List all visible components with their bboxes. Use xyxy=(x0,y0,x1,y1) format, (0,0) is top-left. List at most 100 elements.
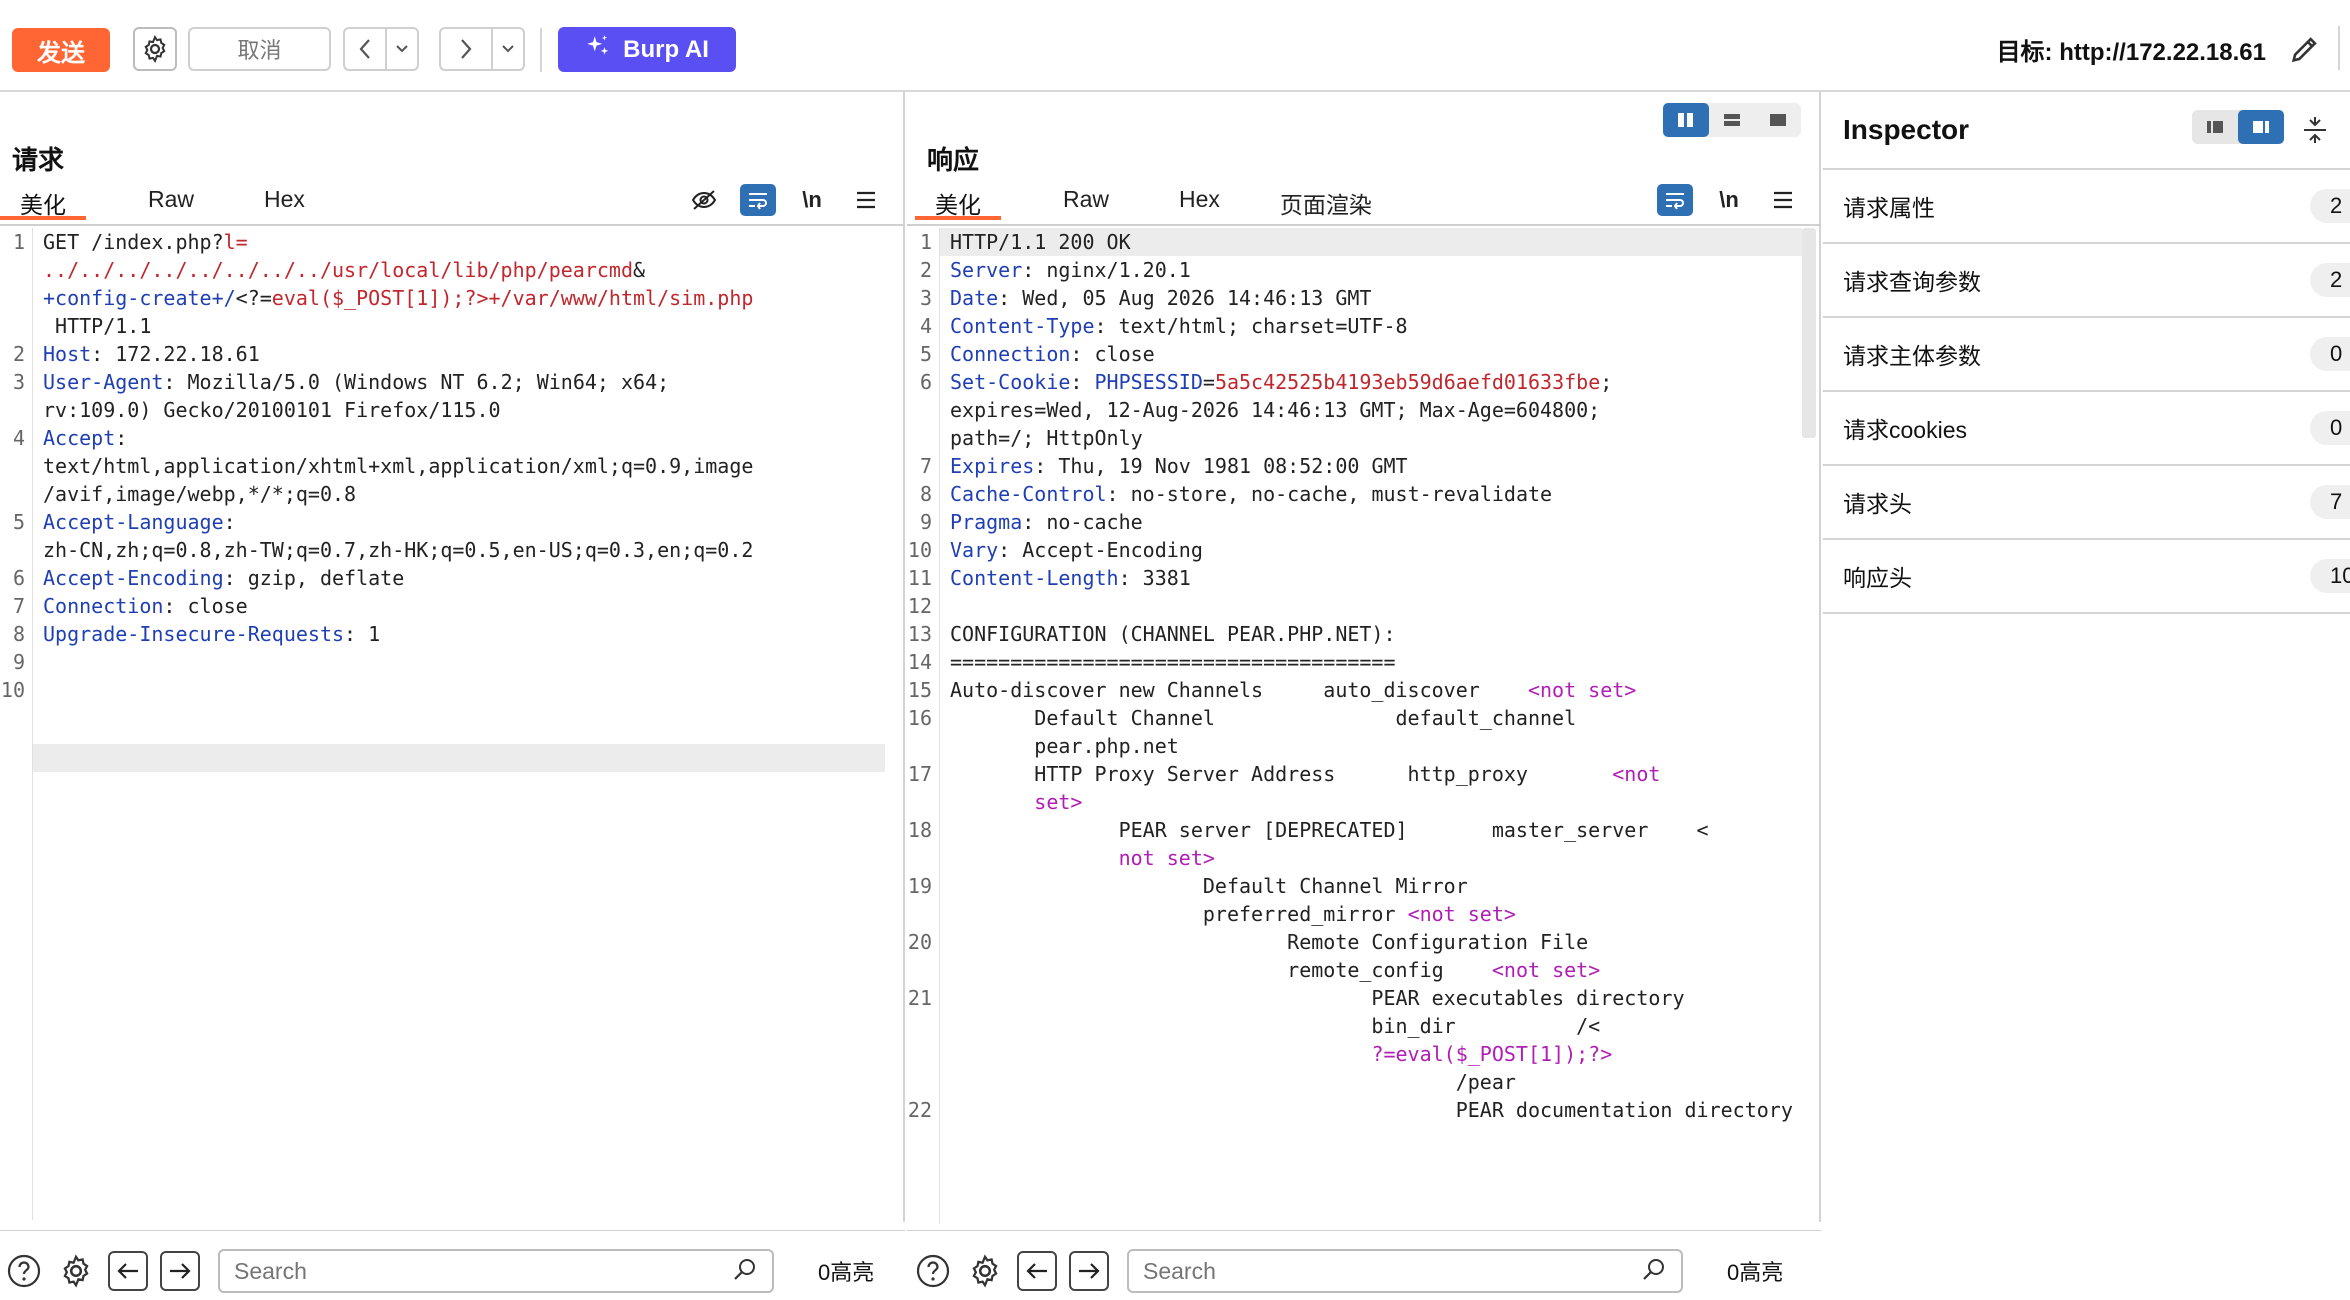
cancel-button[interactable]: 取消 xyxy=(188,27,331,71)
layout-icon[interactable] xyxy=(2238,110,2284,144)
menu-icon[interactable] xyxy=(848,184,884,216)
menu-icon[interactable] xyxy=(1765,184,1801,216)
inspector-row-label: 请求查询参数 xyxy=(1843,269,1981,295)
line-number: 13 xyxy=(907,622,932,646)
tab-divider xyxy=(0,224,905,226)
inspector-panel: Inspector 请求属性 2 请求查询参数 2 请求主体参数 0 请求coo… xyxy=(1823,92,2350,1222)
response-pane: 响应 美化 Raw Hex 页面渲染 \n 1 2 3 4 5 6 7 8 9 … xyxy=(907,92,1821,1293)
arrow-right-icon[interactable] xyxy=(160,1251,200,1291)
tab-raw[interactable]: Raw xyxy=(128,184,214,220)
inspector-row-label: 响应头 xyxy=(1843,565,1912,591)
tab-divider xyxy=(907,224,1821,226)
inspector-row[interactable]: 响应头 10 xyxy=(1823,540,2350,614)
line-number: 12 xyxy=(907,594,932,618)
response-tabs: 美化 Raw Hex 页面渲染 xyxy=(907,184,1392,220)
line-number: 4 xyxy=(12,426,25,450)
line-number: 9 xyxy=(919,510,932,534)
line-number: 15 xyxy=(907,678,932,702)
send-button[interactable]: 发送 xyxy=(12,28,110,72)
tab-render[interactable]: 页面渲染 xyxy=(1260,184,1392,220)
collapse-icon[interactable] xyxy=(2297,112,2333,148)
wrap-icon[interactable] xyxy=(1657,184,1693,216)
layout-icon[interactable] xyxy=(1663,103,1709,137)
line-number: 3 xyxy=(12,370,25,394)
line-number: 19 xyxy=(907,874,932,898)
arrow-left-icon[interactable] xyxy=(1017,1251,1057,1291)
line-number: 1 xyxy=(12,230,25,254)
tab-hex[interactable]: Hex xyxy=(244,184,325,220)
inspector-row[interactable]: 请求头 7 xyxy=(1823,466,2350,540)
tab-pretty[interactable]: 美化 xyxy=(0,184,86,220)
help-icon[interactable] xyxy=(4,1251,44,1291)
line-number: 6 xyxy=(919,370,932,394)
layout-icon[interactable] xyxy=(1709,103,1755,137)
chevron-down-icon[interactable] xyxy=(387,29,417,69)
gear-icon[interactable] xyxy=(133,27,177,71)
inspector-row-count: 2 xyxy=(2310,189,2350,223)
request-footer: 0高亮 xyxy=(4,1242,874,1300)
line-number: 4 xyxy=(919,314,932,338)
line-number: 7 xyxy=(12,594,25,618)
chevron-right-icon[interactable] xyxy=(441,29,493,69)
inspector-row-label: 请求头 xyxy=(1843,491,1912,517)
response-scrollbar[interactable] xyxy=(1802,228,1816,438)
line-number: 7 xyxy=(919,454,932,478)
layout-icon[interactable] xyxy=(2192,110,2238,144)
chevron-down-icon[interactable] xyxy=(493,29,523,69)
inspector-row-count: 0 xyxy=(2310,337,2350,371)
search-icon[interactable] xyxy=(732,1256,758,1287)
line-number: 10 xyxy=(0,678,25,702)
burp-ai-button[interactable]: Burp AI xyxy=(558,27,736,72)
request-tabs: 美化 Raw Hex xyxy=(0,184,325,220)
gear-icon[interactable] xyxy=(965,1251,1005,1291)
request-editor[interactable]: 1 2 3 4 5 6 7 8 9 10 GET /index.php?l= .… xyxy=(0,228,890,1220)
target-label[interactable]: 目标: http://172.22.18.61 xyxy=(1997,32,2266,67)
response-title: 响应 xyxy=(927,145,980,175)
inspector-row[interactable]: 请求主体参数 0 xyxy=(1823,318,2350,392)
toolbar-divider xyxy=(2338,26,2340,70)
line-number: 11 xyxy=(907,566,932,590)
arrow-left-icon[interactable] xyxy=(108,1251,148,1291)
response-search-field[interactable] xyxy=(1127,1249,1683,1293)
request-pane: 请求 美化 Raw Hex \n 1 2 3 4 5 6 7 8 9 10 GE… xyxy=(0,92,905,1293)
layout-icon[interactable] xyxy=(1755,103,1801,137)
response-search-input[interactable] xyxy=(1143,1257,1613,1285)
response-text: HTTP/1.1 200 OK Server: nginx/1.20.1 Dat… xyxy=(950,230,1793,1122)
line-number: 2 xyxy=(12,342,25,366)
line-number: 17 xyxy=(907,762,932,786)
line-number: 20 xyxy=(907,930,932,954)
newline-icon[interactable]: \n xyxy=(1711,184,1747,216)
request-search-field[interactable] xyxy=(218,1249,774,1293)
inspector-row[interactable]: 请求属性 2 xyxy=(1823,170,2350,244)
pencil-icon[interactable] xyxy=(2284,28,2326,70)
line-number: 5 xyxy=(12,510,25,534)
chevron-left-icon[interactable] xyxy=(345,29,387,69)
footer-divider xyxy=(907,1230,1821,1231)
back-nav-group xyxy=(343,27,419,71)
hide-icon[interactable] xyxy=(686,184,722,216)
request-search-input[interactable] xyxy=(234,1257,704,1285)
help-icon[interactable] xyxy=(913,1251,953,1291)
inspector-layout-toggle xyxy=(2192,110,2284,144)
line-number: 9 xyxy=(12,650,25,674)
line-number: 3 xyxy=(919,286,932,310)
tab-pretty[interactable]: 美化 xyxy=(915,184,1001,220)
line-number: 6 xyxy=(12,566,25,590)
burp-ai-label: Burp AI xyxy=(623,35,709,63)
line-number: 8 xyxy=(919,482,932,506)
wrap-icon[interactable] xyxy=(740,184,776,216)
inspector-row[interactable]: 请求cookies 0 xyxy=(1823,392,2350,466)
layout-toggle xyxy=(1663,103,1801,137)
gear-icon[interactable] xyxy=(56,1251,96,1291)
arrow-right-icon[interactable] xyxy=(1069,1251,1109,1291)
search-icon[interactable] xyxy=(1641,1256,1667,1287)
line-number: 10 xyxy=(907,538,932,562)
tab-raw[interactable]: Raw xyxy=(1043,184,1129,220)
sparkle-icon xyxy=(585,33,611,66)
response-editor[interactable]: 1 2 3 4 5 6 7 8 9 10 11 12 13 14 15 16 1… xyxy=(907,228,1802,1224)
tab-hex[interactable]: Hex xyxy=(1159,184,1240,220)
newline-icon[interactable]: \n xyxy=(794,184,830,216)
line-number: 22 xyxy=(907,1098,932,1122)
inspector-row[interactable]: 请求查询参数 2 xyxy=(1823,244,2350,318)
response-footer: 0高亮 xyxy=(913,1242,1783,1300)
